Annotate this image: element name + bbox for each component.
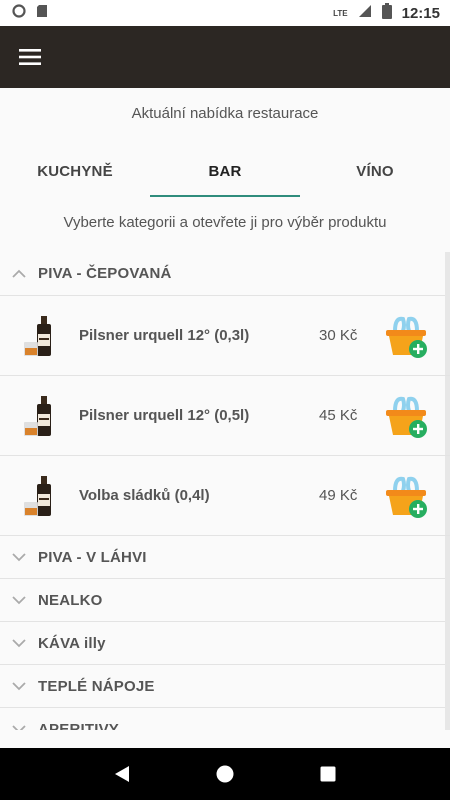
tab-bar: KUCHYNĚ BAR VÍNO bbox=[0, 145, 450, 197]
page-subtitle: Aktuální nabídka restaurace bbox=[131, 105, 319, 122]
app-bar bbox=[0, 26, 450, 88]
category-list[interactable]: PIVA - ČEPOVANÁ Pilsner urquell 12° (0,3… bbox=[0, 252, 450, 730]
signal-icon bbox=[358, 4, 372, 23]
chevron-up-icon bbox=[12, 266, 28, 282]
add-to-basket-icon[interactable] bbox=[381, 391, 431, 441]
category-label: NEALKO bbox=[38, 591, 103, 609]
status-bar: LTE 12:15 bbox=[0, 0, 450, 26]
network-type: LTE bbox=[333, 8, 348, 18]
category-header-teple-napoje[interactable]: TEPLÉ NÁPOJE bbox=[0, 665, 450, 708]
clock: 12:15 bbox=[401, 4, 440, 22]
sd-card-icon bbox=[36, 4, 48, 23]
product-row[interactable]: Volba sládků (0,4l) 49 Kč bbox=[0, 456, 450, 536]
category-header-piva-v-lahvi[interactable]: PIVA - V LÁHVI bbox=[0, 536, 450, 579]
category-hint: Vyberte kategorii a otevřete ji pro výbě… bbox=[63, 214, 387, 231]
category-label: APERITIVY bbox=[38, 720, 119, 731]
category-header-nealko[interactable]: NEALKO bbox=[0, 579, 450, 622]
product-price: 45 Kč bbox=[319, 407, 358, 424]
product-price: 49 Kč bbox=[319, 487, 358, 504]
chevron-down-icon bbox=[12, 678, 28, 694]
hamburger-menu-icon[interactable] bbox=[0, 26, 60, 88]
add-to-basket-icon[interactable] bbox=[381, 471, 431, 521]
category-header-aperitivy[interactable]: APERITIVY bbox=[0, 708, 450, 730]
back-icon[interactable] bbox=[102, 754, 142, 794]
category-header-kava-illy[interactable]: KÁVA illy bbox=[0, 622, 450, 665]
whiskey-bottle-icon bbox=[20, 394, 60, 438]
tab-vino[interactable]: VÍNO bbox=[300, 145, 450, 197]
category-label: TEPLÉ NÁPOJE bbox=[38, 677, 155, 695]
chevron-down-icon bbox=[12, 635, 28, 651]
add-to-basket-icon[interactable] bbox=[381, 311, 431, 361]
home-icon[interactable] bbox=[205, 754, 245, 794]
product-price: 30 Kč bbox=[319, 327, 358, 344]
product-row[interactable]: Pilsner urquell 12° (0,5l) 45 Kč bbox=[0, 376, 450, 456]
tab-bar-drinks[interactable]: BAR bbox=[150, 145, 300, 197]
whiskey-bottle-icon bbox=[20, 474, 60, 518]
product-name: Pilsner urquell 12° (0,5l) bbox=[79, 407, 250, 424]
system-navigation-bar bbox=[0, 748, 450, 800]
tab-kuchyne[interactable]: KUCHYNĚ bbox=[0, 145, 150, 197]
product-row[interactable]: Pilsner urquell 12° (0,3l) 30 Kč bbox=[0, 296, 450, 376]
recents-icon[interactable] bbox=[308, 754, 348, 794]
chevron-down-icon bbox=[12, 721, 28, 730]
category-header-piva-cepovana[interactable]: PIVA - ČEPOVANÁ bbox=[0, 252, 450, 296]
whiskey-bottle-icon bbox=[20, 314, 60, 358]
product-name: Pilsner urquell 12° (0,3l) bbox=[79, 327, 250, 344]
product-name: Volba sládků (0,4l) bbox=[79, 487, 210, 504]
category-label: PIVA - V LÁHVI bbox=[38, 548, 147, 566]
category-label: PIVA - ČEPOVANÁ bbox=[38, 265, 172, 282]
category-label: KÁVA illy bbox=[38, 634, 106, 652]
notification-circle-icon bbox=[12, 3, 26, 23]
chevron-down-icon bbox=[12, 592, 28, 608]
chevron-down-icon bbox=[12, 549, 28, 565]
battery-icon bbox=[381, 2, 392, 24]
